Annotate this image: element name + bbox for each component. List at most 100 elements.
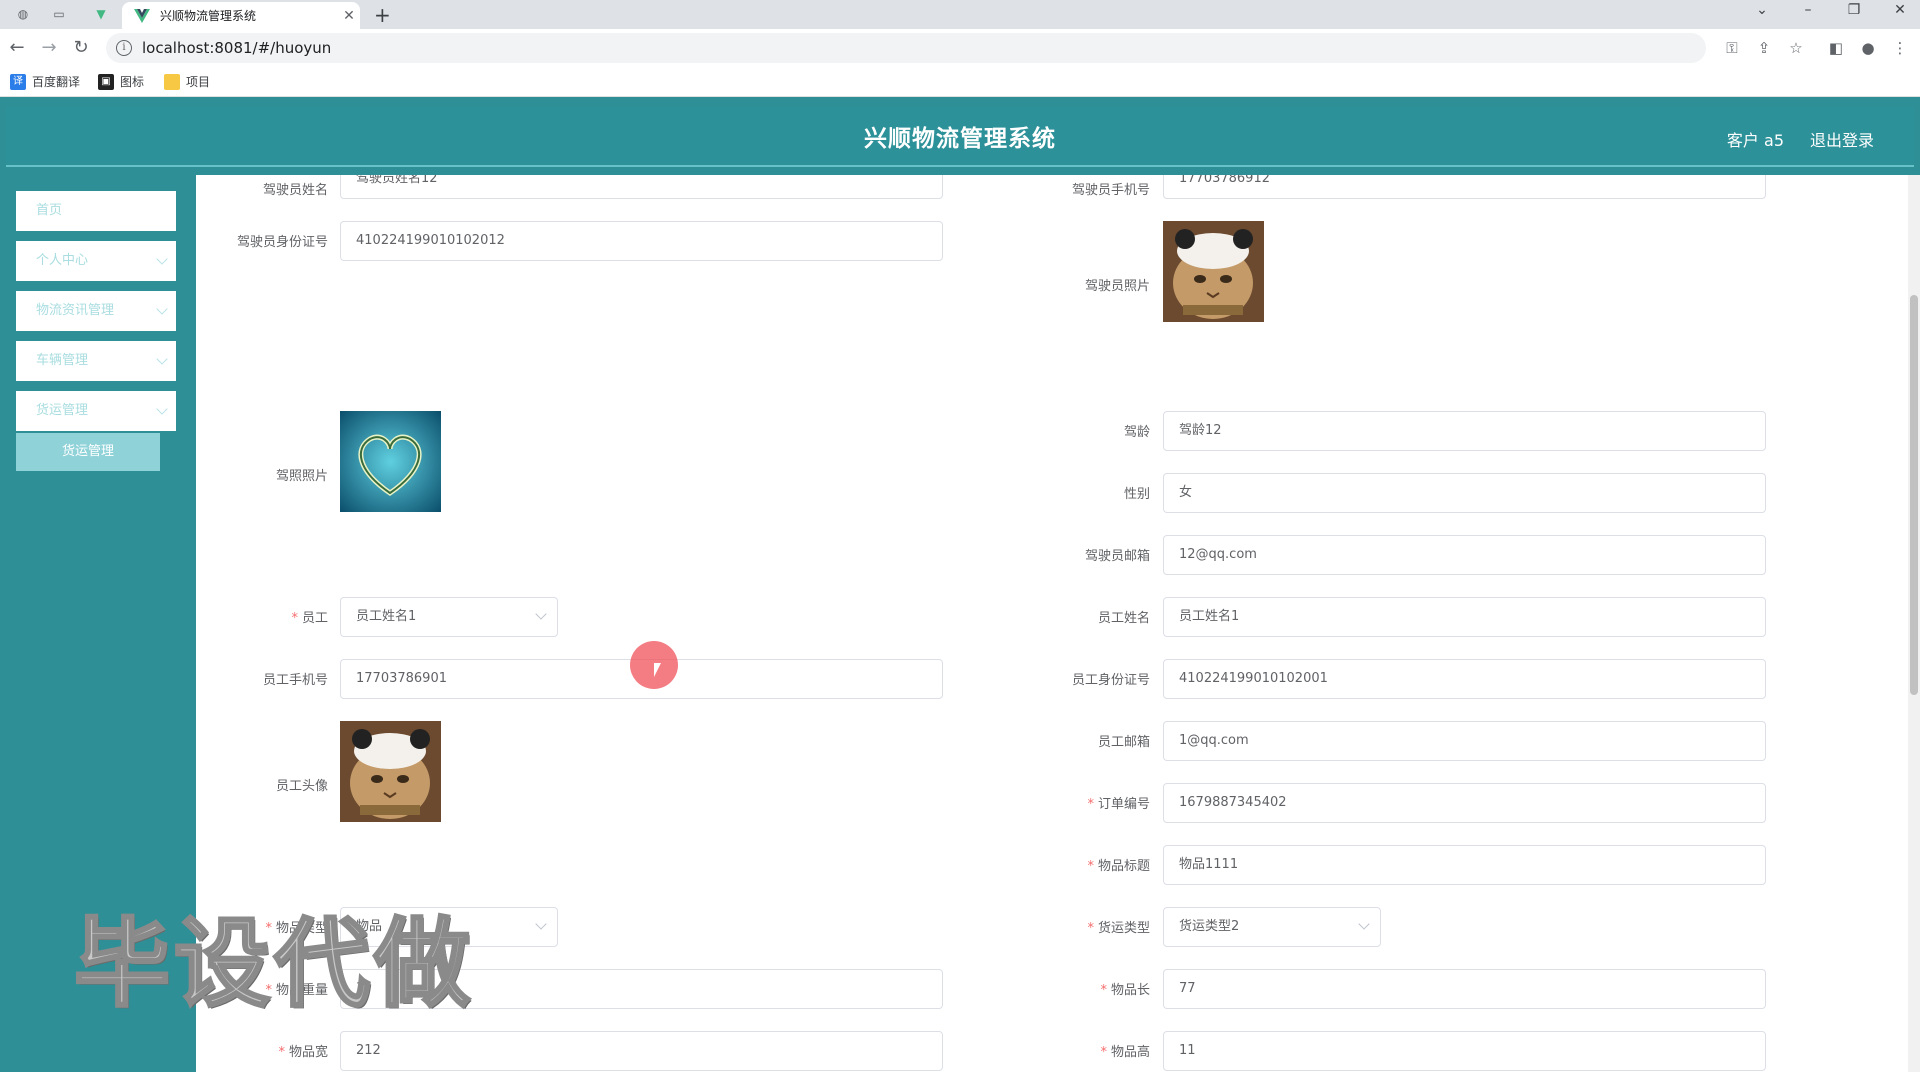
required-mark: * — [278, 1045, 285, 1060]
employee-id-label: 员工身份证号 — [1071, 673, 1150, 688]
chevron-down-icon — [535, 918, 547, 930]
employee-select[interactable]: 员工姓名1 — [340, 597, 558, 637]
driver-id-input[interactable]: 410224199010102012 — [340, 221, 943, 261]
bookmarks-bar: 译 百度翻译 ▣ 图标 项目 — [0, 67, 1920, 97]
chevron-down-icon — [156, 403, 168, 415]
item-height-label: * 物品高 — [1100, 1045, 1150, 1060]
minimize-icon[interactable]: – — [1798, 2, 1818, 18]
employee-email-input[interactable]: 1@qq.com — [1163, 721, 1766, 761]
item-width-input[interactable]: 212 — [340, 1031, 943, 1071]
sidebar-item-home[interactable]: 首页 — [16, 191, 176, 231]
chevron-down-icon — [1358, 918, 1370, 930]
new-tab-icon[interactable]: + — [374, 3, 391, 27]
tab-close-icon[interactable]: ✕ — [338, 8, 360, 24]
freight-type-select[interactable]: 货运类型2 — [1163, 907, 1381, 947]
restore-icon[interactable]: ❐ — [1844, 2, 1864, 18]
employee-id-input[interactable]: 410224199010102001 — [1163, 659, 1766, 699]
menu-kebab-icon[interactable]: ⋮ — [1890, 38, 1910, 58]
app-title: 兴顺物流管理系统 — [864, 126, 1056, 152]
tab-thumbnail-icon[interactable]: ▭ — [50, 6, 68, 22]
employee-label: * 员工 — [291, 611, 328, 626]
required-mark: * — [1100, 983, 1107, 998]
license-photo-label: 驾照照片 — [275, 469, 328, 484]
sidebar-subitem-freight[interactable]: 货运管理 — [16, 433, 160, 471]
tab-list-chevron-icon[interactable]: ⌄ — [1752, 2, 1772, 18]
vue-favicon-icon — [134, 8, 150, 23]
key-icon[interactable]: ⚿ — [1722, 38, 1742, 58]
app-header: 兴顺物流管理系统 客户 a5 退出登录 — [6, 107, 1914, 167]
bookmark-item[interactable]: ▣ 图标 — [98, 73, 144, 90]
cat-photo-image — [1163, 221, 1264, 322]
translate-icon: 译 — [10, 73, 26, 90]
driver-name-label: 驾驶员姓名 — [262, 183, 328, 198]
gender-label: 性别 — [1123, 487, 1150, 502]
driver-id-label: 驾驶员身份证号 — [236, 235, 328, 250]
employee-avatar-label: 员工头像 — [275, 779, 328, 794]
driver-email-input[interactable]: 12@qq.com — [1163, 535, 1766, 575]
employee-name-label: 员工姓名 — [1097, 611, 1150, 626]
driver-name-input[interactable]: 驾驶员姓名12 — [340, 175, 943, 199]
required-mark: * — [1087, 921, 1094, 936]
item-title-label: * 物品标题 — [1087, 859, 1150, 874]
cat-avatar-image — [340, 721, 441, 822]
chevron-down-icon — [156, 303, 168, 315]
driver-email-label: 驾驶员邮箱 — [1084, 549, 1150, 564]
driving-age-label: 驾龄 — [1123, 425, 1150, 440]
url-input[interactable]: i localhost:8081/#/huoyun — [106, 33, 1706, 63]
gender-input[interactable]: 女 — [1163, 473, 1766, 513]
pointer-icon — [654, 663, 661, 677]
vue-logo-icon[interactable]: ▼ — [92, 6, 110, 22]
bookmark-item[interactable]: 项目 — [164, 73, 210, 90]
item-width-label: * 物品宽 — [278, 1045, 328, 1060]
item-height-input[interactable]: 11 — [1163, 1031, 1766, 1071]
employee-avatar[interactable] — [340, 721, 441, 822]
item-length-label: * 物品长 — [1100, 983, 1150, 998]
site-info-icon[interactable]: i — [116, 40, 132, 56]
forward-icon[interactable]: → — [38, 37, 60, 59]
reload-icon[interactable]: ↻ — [70, 37, 92, 59]
url-text: localhost:8081/#/huoyun — [142, 39, 332, 57]
share-icon[interactable]: ⇪ — [1754, 38, 1774, 58]
required-mark: * — [1087, 859, 1094, 874]
vertical-scrollbar[interactable] — [1908, 175, 1920, 1072]
driving-age-input[interactable]: 驾龄12 — [1163, 411, 1766, 451]
employee-name-input[interactable]: 员工姓名1 — [1163, 597, 1766, 637]
driver-photo-label: 驾驶员照片 — [1084, 279, 1150, 294]
back-icon[interactable]: ← — [6, 37, 28, 59]
current-user: 客户 a5 — [1726, 131, 1784, 150]
item-title-input[interactable]: 物品1111 — [1163, 845, 1766, 885]
required-mark: * — [1100, 1045, 1107, 1060]
sidebar-item-freight[interactable]: 货运管理 — [16, 391, 176, 431]
scrollbar-thumb[interactable] — [1910, 295, 1918, 695]
globe-icon[interactable]: ◍ — [14, 6, 32, 22]
address-bar: ← → ↻ i localhost:8081/#/huoyun ⚿ ⇪ ☆ ◧ … — [0, 29, 1920, 67]
heart-island-image — [340, 411, 441, 512]
driver-phone-label: 驾驶员手机号 — [1071, 183, 1150, 198]
driver-photo[interactable] — [1163, 221, 1264, 322]
sidebar-item-vehicles[interactable]: 车辆管理 — [16, 341, 176, 381]
license-photo[interactable] — [340, 411, 441, 512]
image-icon: ▣ — [98, 73, 114, 90]
browser-tab-active[interactable]: 兴顺物流管理系统 ✕ — [122, 2, 360, 29]
required-mark: * — [1087, 797, 1094, 812]
sidebar-item-personal[interactable]: 个人中心 — [16, 241, 176, 281]
mouse-cursor-indicator — [630, 641, 678, 689]
logout-button[interactable]: 退出登录 — [1810, 127, 1874, 151]
star-icon[interactable]: ☆ — [1786, 38, 1806, 58]
browser-tab-bar: ◍ ▭ ▼ 兴顺物流管理系统 ✕ + ⌄ – ❐ ✕ — [0, 0, 1920, 29]
order-no-input[interactable]: 1679887345402 — [1163, 783, 1766, 823]
watermark-text: 毕设代做 — [73, 907, 474, 1022]
bookmark-item[interactable]: 译 百度翻译 — [10, 73, 80, 90]
profile-icon[interactable]: ● — [1858, 38, 1878, 58]
close-window-icon[interactable]: ✕ — [1890, 2, 1910, 18]
item-length-input[interactable]: 77 — [1163, 969, 1766, 1009]
employee-email-label: 员工邮箱 — [1097, 735, 1150, 750]
order-no-label: * 订单编号 — [1087, 797, 1150, 812]
employee-phone-label: 员工手机号 — [262, 673, 328, 688]
folder-icon — [164, 73, 180, 90]
sidebar-item-news[interactable]: 物流资讯管理 — [16, 291, 176, 331]
sidepanel-icon[interactable]: ◧ — [1826, 38, 1846, 58]
driver-phone-input[interactable]: 17703786912 — [1163, 175, 1766, 199]
chevron-down-icon — [156, 253, 168, 265]
chevron-down-icon — [535, 608, 547, 620]
